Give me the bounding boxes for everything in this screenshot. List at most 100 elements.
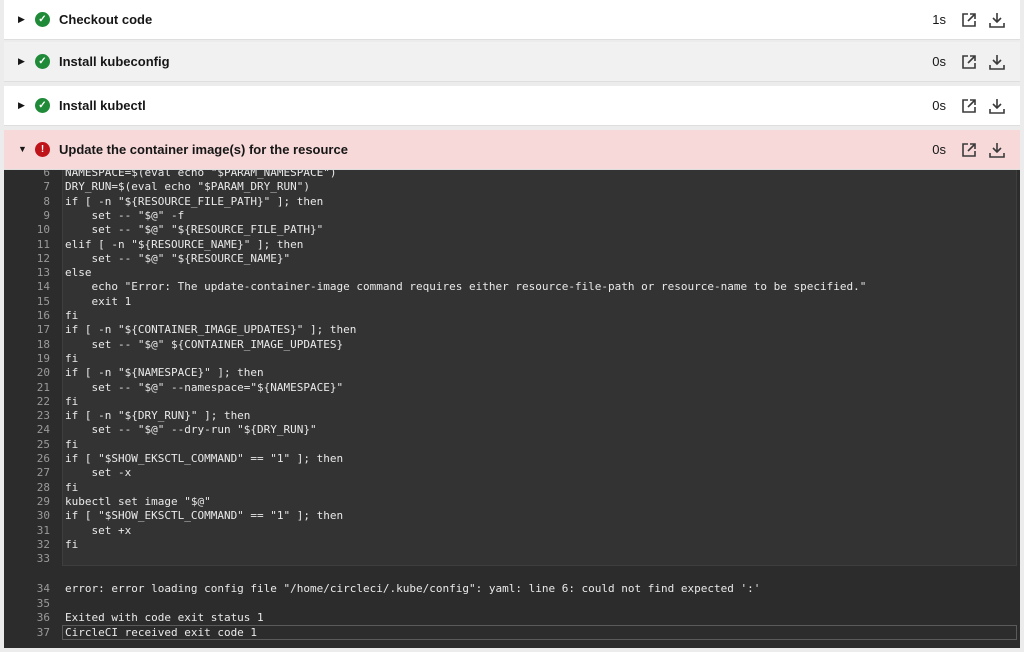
step-row-update-container-image[interactable]: ▼ ! Update the container image(s) for th… [4, 130, 1020, 170]
download-icon[interactable] [988, 53, 1006, 71]
log-text: kubectl set image "$@" [65, 494, 211, 508]
line-number: 31 [36, 523, 50, 537]
step-title: Checkout code [59, 12, 153, 27]
download-icon[interactable] [988, 97, 1006, 115]
log-line: 32 fi [4, 538, 1020, 552]
step-duration: 0s [932, 54, 946, 69]
log-line: 13 else [4, 266, 1020, 280]
log-text: NAMESPACE=$(eval echo "$PARAM_NAMESPACE"… [65, 170, 337, 179]
log-text: if [ -n "${DRY_RUN}" ]; then [65, 409, 251, 423]
log-text: set -- "$@" "${RESOURCE_NAME}" [65, 251, 291, 265]
log-text: Exited with code exit status 1 [65, 611, 264, 625]
line-number: 10 [36, 223, 50, 237]
line-number: 29 [36, 494, 50, 508]
log-line: 24 set -- "$@" --dry-run "${DRY_RUN}" [4, 423, 1020, 437]
line-number: 20 [36, 366, 50, 380]
log-line: 33 [4, 552, 1020, 566]
line-number: 32 [36, 537, 50, 551]
log-line: 35 [4, 597, 1020, 611]
step-title: Install kubectl [59, 98, 146, 113]
line-number: 18 [36, 337, 50, 351]
log-line: 26 if [ "$SHOW_EKSCTL_COMMAND" == "1" ]; … [4, 452, 1020, 466]
log-line: 17 if [ -n "${CONTAINER_IMAGE_UPDATES}" ]… [4, 323, 1020, 337]
line-number: 25 [36, 437, 50, 451]
download-icon[interactable] [988, 11, 1006, 29]
step-row-install-kubectl[interactable]: ▶ ✓ Install kubectl 0s [4, 86, 1020, 126]
caret-down-icon[interactable]: ▼ [18, 145, 28, 154]
log-text: CircleCI received exit code 1 [65, 625, 258, 639]
line-number: 22 [36, 394, 50, 408]
log-line: 7 DRY_RUN=$(eval echo "$PARAM_DRY_RUN") [4, 180, 1020, 194]
line-number: 17 [36, 323, 50, 337]
caret-right-icon[interactable]: ▶ [18, 101, 28, 110]
line-number: 23 [36, 409, 50, 423]
log-text: fi [65, 351, 79, 365]
line-number: 27 [36, 466, 50, 480]
line-number: 34 [36, 582, 50, 595]
step-row-install-kubeconfig[interactable]: ▶ ✓ Install kubeconfig 0s [4, 42, 1020, 82]
check-circle-icon: ✓ [35, 98, 50, 113]
caret-right-icon[interactable]: ▶ [18, 57, 28, 66]
log-line: 27 set -x [4, 466, 1020, 480]
log-text: if [ -n "${RESOURCE_FILE_PATH}" ]; then [65, 194, 324, 208]
log-line: 21 set -- "$@" --namespace="${NAMESPACE}… [4, 381, 1020, 395]
log-line: 15 exit 1 [4, 295, 1020, 309]
line-number: 21 [36, 380, 50, 394]
open-external-icon[interactable] [960, 97, 978, 115]
log-line: 30 if [ "$SHOW_EKSCTL_COMMAND" == "1" ]; … [4, 509, 1020, 523]
log-line: 34 error: error loading config file "/hom… [4, 582, 1020, 596]
log-text: set -- "$@" "${RESOURCE_FILE_PATH}" [65, 223, 324, 237]
log-text: DRY_RUN=$(eval echo "$PARAM_DRY_RUN") [65, 180, 311, 194]
step-duration: 0s [932, 142, 946, 157]
check-circle-icon: ✓ [35, 54, 50, 69]
line-number: 35 [36, 596, 50, 610]
log-text: error: error loading config file "/home/… [65, 582, 761, 595]
log-output[interactable]: 6 NAMESPACE=$(eval echo "$PARAM_NAMESPACE… [4, 170, 1020, 648]
log-text: if [ -n "${NAMESPACE}" ]; then [65, 366, 264, 380]
log-text: set -x [65, 466, 132, 480]
open-external-icon[interactable] [960, 53, 978, 71]
line-number: 26 [36, 452, 50, 465]
log-text: set -- "$@" ${CONTAINER_IMAGE_UPDATES} [65, 337, 344, 351]
caret-right-icon[interactable]: ▶ [18, 15, 28, 24]
log-line: 18 set -- "$@" ${CONTAINER_IMAGE_UPDATES… [4, 338, 1020, 352]
line-number: 9 [43, 208, 50, 222]
line-number: 15 [36, 294, 50, 308]
step-row-checkout-code[interactable]: ▶ ✓ Checkout code 1s [4, 0, 1020, 40]
log-text: elif [ -n "${RESOURCE_NAME}" ]; then [65, 237, 304, 251]
open-external-icon[interactable] [960, 141, 978, 159]
log-line: 37 CircleCI received exit code 1 [4, 626, 1020, 640]
log-text: if [ -n "${CONTAINER_IMAGE_UPDATES}" ]; … [65, 323, 357, 337]
log-text: set -- "$@" --dry-run "${DRY_RUN}" [65, 423, 317, 437]
line-number: 16 [36, 309, 50, 322]
line-number: 8 [43, 194, 50, 208]
log-text: set -- "$@" --namespace="${NAMESPACE}" [65, 380, 344, 394]
line-number: 36 [36, 611, 50, 625]
line-number: 37 [36, 625, 50, 639]
step-duration: 0s [932, 98, 946, 113]
line-number: 14 [36, 280, 50, 294]
log-line: 14 echo "Error: The update-container-ima… [4, 280, 1020, 294]
line-number: 13 [36, 266, 50, 280]
log-line: 25 fi [4, 438, 1020, 452]
step-title: Update the container image(s) for the re… [59, 142, 348, 157]
log-line: 29 kubectl set image "$@" [4, 495, 1020, 509]
log-text: fi [65, 309, 79, 322]
log-line: 8 if [ -n "${RESOURCE_FILE_PATH}" ]; then [4, 195, 1020, 209]
line-number: 6 [43, 170, 50, 179]
log-line: 23 if [ -n "${DRY_RUN}" ]; then [4, 409, 1020, 423]
log-line: 28 fi [4, 481, 1020, 495]
step-title: Install kubeconfig [59, 54, 170, 69]
download-icon[interactable] [988, 141, 1006, 159]
log-text: fi [65, 437, 79, 451]
log-line: 36 Exited with code exit status 1 [4, 611, 1020, 625]
log-text: else [65, 266, 92, 280]
line-number: 12 [36, 251, 50, 265]
log-line: 9 set -- "$@" -f [4, 209, 1020, 223]
log-text: if [ "$SHOW_EKSCTL_COMMAND" == "1" ]; th… [65, 509, 344, 523]
line-number: 7 [43, 180, 50, 194]
log-text: echo "Error: The update-container-image … [65, 280, 867, 294]
log-text: if [ "$SHOW_EKSCTL_COMMAND" == "1" ]; th… [65, 452, 344, 465]
log-line: 10 set -- "$@" "${RESOURCE_FILE_PATH}" [4, 223, 1020, 237]
open-external-icon[interactable] [960, 11, 978, 29]
